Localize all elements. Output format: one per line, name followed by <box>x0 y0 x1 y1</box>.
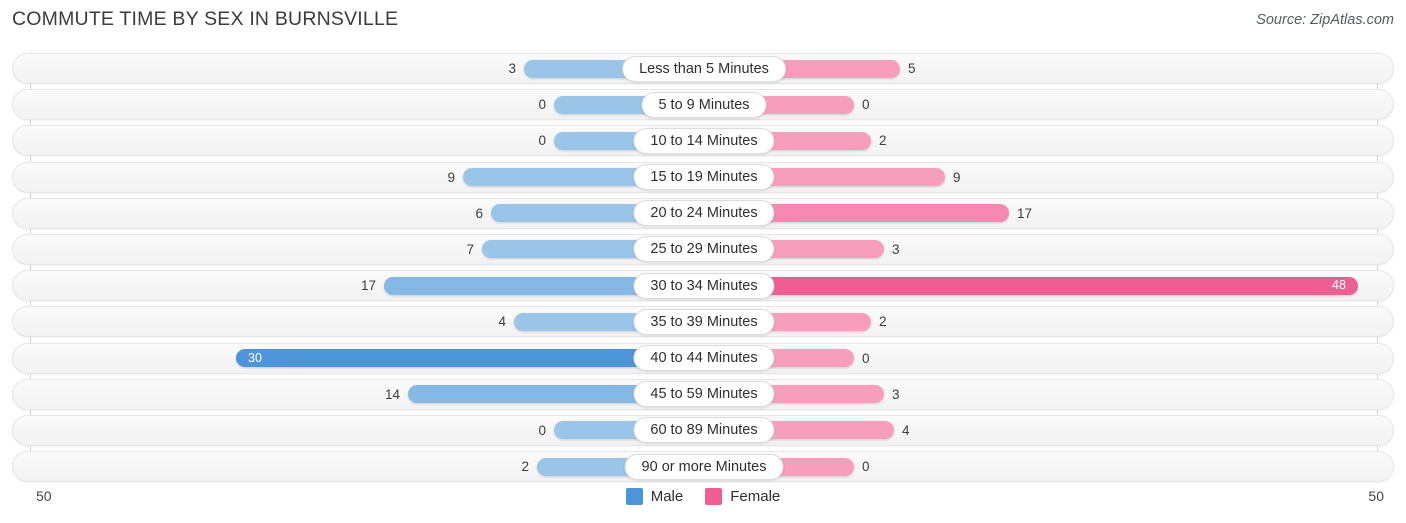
value-label-female: 4 <box>902 422 910 438</box>
value-label-female: 0 <box>862 459 870 475</box>
chart-row: 0 0 5 to 9 Minutes <box>0 88 1406 121</box>
legend-swatch-icon <box>625 488 643 505</box>
value-label-male: 3 <box>508 61 516 76</box>
category-label: 5 to 9 Minutes <box>641 91 767 118</box>
value-label-male: 17 <box>360 278 376 294</box>
value-label-male: 9 <box>447 169 455 185</box>
chart-row: 2 0 90 or more Minutes <box>0 450 1406 483</box>
value-label-male: 6 <box>475 205 483 221</box>
value-label-female: 9 <box>953 169 961 185</box>
value-label-female: 3 <box>892 386 900 402</box>
chart-footer: 50 50 Male Female <box>0 482 1406 523</box>
legend-label: Male <box>650 488 684 505</box>
value-label-male: 0 <box>538 133 546 149</box>
source-attribution: Source: ZipAtlas.com <box>1256 12 1394 28</box>
value-label-female: 0 <box>862 350 870 366</box>
value-label-female: 0 <box>862 97 870 113</box>
chart-row: 3 5 Less than 5 Minutes <box>0 52 1406 85</box>
value-label-male: 30 <box>248 350 262 365</box>
value-label-male: 4 <box>498 314 506 330</box>
legend-item-female[interactable]: Female <box>705 488 780 505</box>
chart-row: 7 3 25 to 29 Minutes <box>0 233 1406 266</box>
category-label: 20 to 24 Minutes <box>633 200 775 227</box>
chart-page: COMMUTE TIME BY SEX IN BURNSVILLE Source… <box>0 0 1406 523</box>
category-label: 35 to 39 Minutes <box>633 308 775 335</box>
chart-rows: 3 5 Less than 5 Minutes 0 0 5 to 9 Minutes 0 2 1… <box>0 52 1406 486</box>
bar-female[interactable] <box>704 276 1358 295</box>
page-title: COMMUTE TIME BY SEX IN BURNSVILLE <box>12 8 399 30</box>
chart-row: 6 17 20 to 24 Minutes <box>0 197 1406 230</box>
chart-row: 9 9 15 to 19 Minutes <box>0 161 1406 194</box>
category-label: 15 to 19 Minutes <box>633 164 775 191</box>
chart-row: 0 4 60 to 89 Minutes <box>0 414 1406 447</box>
value-label-female: 48 <box>1332 278 1346 293</box>
chart-row: 0 2 10 to 14 Minutes <box>0 124 1406 157</box>
chart-row: 4 2 35 to 39 Minutes <box>0 305 1406 338</box>
legend-item-male[interactable]: Male <box>625 488 684 505</box>
value-label-female: 3 <box>892 241 900 257</box>
value-label-male: 7 <box>466 241 474 257</box>
value-label-female: 17 <box>1017 205 1033 221</box>
chart-row: 30 0 40 to 44 Minutes <box>0 342 1406 375</box>
chart-legend: Male Female <box>0 488 1406 505</box>
diverging-bar-chart: 3 5 Less than 5 Minutes 0 0 5 to 9 Minutes 0 2 1… <box>0 52 1406 483</box>
legend-label: Female <box>730 488 781 505</box>
chart-row: 17 48 30 to 34 Minutes <box>0 269 1406 302</box>
chart-row: 14 3 45 to 59 Minutes <box>0 378 1406 411</box>
category-label: Less than 5 Minutes <box>622 55 786 82</box>
value-label-male: 0 <box>538 97 546 113</box>
category-label: 30 to 34 Minutes <box>633 272 775 299</box>
category-label: 25 to 29 Minutes <box>633 236 775 263</box>
legend-swatch-icon <box>705 488 723 505</box>
value-label-male: 0 <box>538 422 546 438</box>
category-label: 10 to 14 Minutes <box>633 127 775 154</box>
category-label: 90 or more Minutes <box>624 453 784 480</box>
category-label: 60 to 89 Minutes <box>633 417 775 444</box>
value-label-male: 14 <box>384 386 400 402</box>
value-label-male: 2 <box>521 459 529 475</box>
category-label: 40 to 44 Minutes <box>633 345 775 371</box>
value-label-female: 2 <box>879 314 887 330</box>
value-label-female: 2 <box>879 133 887 149</box>
value-label-female: 5 <box>908 61 916 76</box>
category-label: 45 to 59 Minutes <box>633 381 775 408</box>
